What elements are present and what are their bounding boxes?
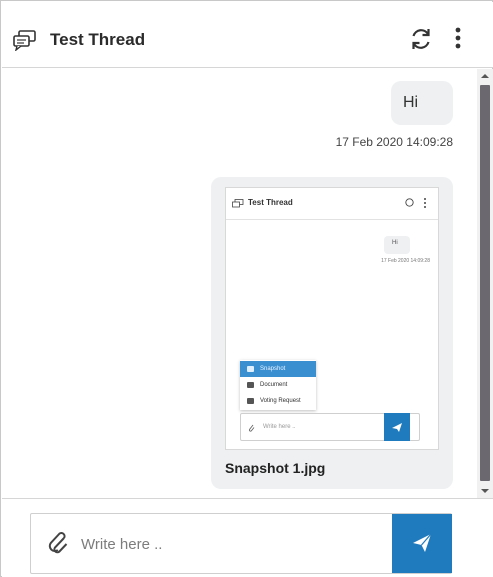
scrollbar[interactable] bbox=[477, 69, 493, 498]
scroll-up-arrow-icon[interactable] bbox=[477, 69, 493, 83]
paper-plane-icon bbox=[413, 533, 432, 552]
chat-bubbles-icon bbox=[232, 199, 244, 208]
scroll-down-arrow-icon[interactable] bbox=[477, 484, 493, 498]
thumbnail-timestamp: 17 Feb 2020 14:09:28 bbox=[381, 258, 430, 264]
composer bbox=[30, 513, 452, 574]
send-button[interactable] bbox=[392, 514, 452, 573]
message-timestamp: 17 Feb 2020 14:09:28 bbox=[335, 135, 453, 149]
message-text: Hi bbox=[403, 94, 419, 111]
thumbnail-message-bubble: Hi bbox=[384, 236, 410, 254]
kebab-menu-icon[interactable] bbox=[450, 26, 466, 52]
thumbnail-attach-menu: Snapshot Document Voting Request bbox=[240, 360, 316, 410]
paper-plane-icon bbox=[392, 423, 402, 432]
kebab-menu-icon bbox=[424, 198, 426, 208]
thumbs-up-icon bbox=[247, 398, 254, 404]
scrollbar-thumb[interactable] bbox=[480, 85, 490, 481]
thumbnail-title: Test Thread bbox=[248, 198, 293, 207]
message-bubble: Hi bbox=[391, 81, 453, 125]
paperclip-icon bbox=[248, 424, 255, 432]
image-message-bubble[interactable]: Test Thread Hi 17 Feb 2020 14:09:28 Snap bbox=[211, 177, 453, 489]
thumbnail-send-button bbox=[384, 413, 410, 441]
thread-header: Test Thread bbox=[2, 2, 493, 68]
thumbnail-menu-item: Document bbox=[240, 377, 316, 393]
message-input[interactable] bbox=[81, 526, 381, 562]
message-list[interactable]: Hi 17 Feb 2020 14:09:28 Test Thread Hi 1… bbox=[2, 69, 477, 498]
thumbnail-header: Test Thread bbox=[226, 188, 438, 220]
image-thumbnail[interactable]: Test Thread Hi 17 Feb 2020 14:09:28 Snap bbox=[225, 187, 439, 450]
image-caption[interactable]: Snapshot 1.jpg bbox=[225, 460, 325, 476]
paperclip-icon[interactable] bbox=[47, 532, 69, 556]
refresh-icon bbox=[405, 198, 414, 207]
chat-bubbles-icon bbox=[13, 30, 36, 51]
camera-icon bbox=[247, 366, 254, 372]
thumbnail-menu-item: Snapshot bbox=[240, 361, 316, 377]
composer-bar bbox=[2, 498, 493, 577]
thread-title: Test Thread bbox=[50, 30, 146, 49]
chat-window: Test Thread Hi 17 Feb 2020 14:09:28 Test… bbox=[0, 0, 493, 577]
document-icon bbox=[247, 382, 254, 388]
refresh-icon[interactable] bbox=[408, 26, 434, 52]
thumbnail-menu-item: Voting Request bbox=[240, 393, 316, 409]
